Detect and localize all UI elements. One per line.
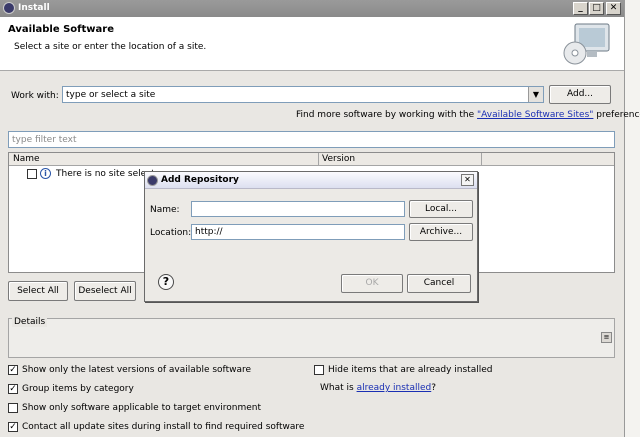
latest-versions-checkbox[interactable]: ✓ <box>8 365 18 375</box>
what-is-installed-text: What is already installed? <box>320 383 436 393</box>
column-divider <box>318 153 319 166</box>
deselect-all-button[interactable]: Deselect All <box>74 281 136 301</box>
name-field[interactable] <box>191 201 405 217</box>
help-icon[interactable]: ? <box>158 274 174 290</box>
window-title-bar: Install _ □ ✕ <box>0 0 624 17</box>
contact-sites-option[interactable]: ✓ Contact all update sites during instal… <box>8 421 348 433</box>
filter-placeholder: type filter text <box>12 135 77 145</box>
page-heading: Available Software <box>8 24 115 35</box>
cancel-button[interactable]: Cancel <box>407 274 471 293</box>
add-repository-dialog: Add Repository ✕ Name: Local... Location… <box>144 171 478 302</box>
archive-button[interactable]: Archive... <box>409 223 473 241</box>
contact-sites-checkbox[interactable]: ✓ <box>8 422 18 432</box>
find-more-prefix: Find more software by working with the <box>296 110 478 120</box>
eclipse-logo-icon <box>147 175 158 186</box>
column-header-version[interactable]: Version <box>322 154 355 164</box>
column-divider <box>481 153 482 166</box>
chevron-down-icon[interactable]: ▼ <box>528 87 543 102</box>
find-more-suffix: preferences. <box>596 110 640 120</box>
add-site-button[interactable]: Add... <box>549 85 611 104</box>
column-header-name[interactable]: Name <box>13 154 40 164</box>
what-is-suffix: ? <box>431 383 437 393</box>
info-icon: i <box>40 168 51 179</box>
available-software-sites-link[interactable]: "Available Software Sites" <box>477 110 593 120</box>
row-checkbox[interactable] <box>27 169 37 179</box>
select-all-button[interactable]: Select All <box>8 281 68 301</box>
header-banner: Available Software Select a site or ente… <box>0 17 624 71</box>
minimize-button[interactable]: _ <box>573 2 588 15</box>
table-header: Name Version <box>9 153 614 166</box>
dialog-title-bar: Add Repository ✕ <box>145 172 477 189</box>
details-label: Details <box>12 317 48 327</box>
work-with-combo[interactable]: type or select a site ▼ <box>62 86 544 103</box>
target-env-checkbox[interactable] <box>8 403 18 413</box>
ok-button[interactable]: OK <box>341 274 403 293</box>
dialog-title: Add Repository <box>161 175 239 185</box>
name-label: Name: <box>150 205 180 215</box>
filter-input[interactable]: type filter text <box>8 131 615 148</box>
local-button[interactable]: Local... <box>409 200 473 218</box>
contact-sites-label: Contact all update sites during install … <box>22 422 305 432</box>
maximize-button[interactable]: □ <box>589 2 604 15</box>
group-by-category-checkbox[interactable]: ✓ <box>8 384 18 394</box>
find-more-text: Find more software by working with the "… <box>296 110 640 120</box>
row-name: There is no site select <box>56 169 155 179</box>
dialog-close-button[interactable]: ✕ <box>461 174 474 186</box>
background-window-edge <box>624 0 640 437</box>
location-field[interactable]: http:// <box>191 224 405 240</box>
work-with-label: Work with: <box>11 91 59 101</box>
location-label: Location: <box>150 228 192 238</box>
hide-installed-option[interactable]: Hide items that are already installed <box>314 364 514 376</box>
target-env-option[interactable]: Show only software applicable to target … <box>8 402 308 414</box>
close-window-button[interactable]: ✕ <box>606 2 621 15</box>
hide-installed-checkbox[interactable] <box>314 365 324 375</box>
what-is-prefix: What is <box>320 383 357 393</box>
group-by-category-label: Group items by category <box>22 384 134 394</box>
details-grip-icon[interactable]: ≡ <box>601 332 612 343</box>
hide-installed-label: Hide items that are already installed <box>328 365 493 375</box>
details-pane: Details ≡ <box>8 317 615 358</box>
latest-versions-label: Show only the latest versions of availab… <box>22 365 252 375</box>
work-with-value: type or select a site <box>66 90 156 100</box>
page-description: Select a site or enter the location of a… <box>14 42 207 52</box>
group-by-category-option[interactable]: ✓ Group items by category <box>8 383 208 395</box>
already-installed-link[interactable]: already installed <box>357 383 432 393</box>
target-env-label: Show only software applicable to target … <box>22 403 262 413</box>
window-title: Install <box>18 3 50 13</box>
install-software-icon <box>563 23 610 65</box>
location-field-value: http:// <box>195 227 223 237</box>
latest-versions-option[interactable]: ✓ Show only the latest versions of avail… <box>8 364 308 376</box>
eclipse-logo-icon <box>3 2 15 14</box>
